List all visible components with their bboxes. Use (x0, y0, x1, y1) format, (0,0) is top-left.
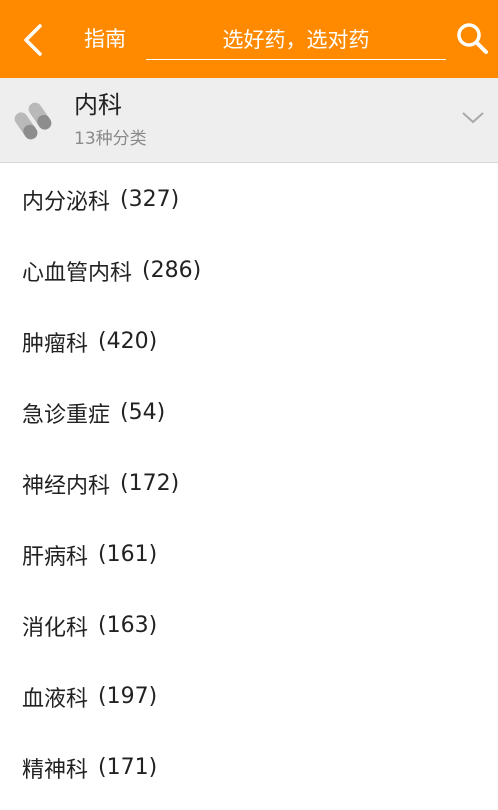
item-label: 神经内科 (22, 473, 111, 499)
category-header[interactable]: 内科 13种分类 (0, 78, 498, 163)
chevron-down-icon (462, 112, 484, 124)
list-item-hematology[interactable]: 血液科 (197) (0, 661, 498, 732)
item-count: (327) (120, 187, 180, 212)
item-label: 心血管内科 (22, 260, 133, 286)
item-count: (161) (98, 542, 158, 567)
item-label: 血液科 (22, 686, 89, 712)
item-count: (286) (142, 258, 202, 283)
item-count: (163) (98, 613, 158, 638)
search-icon (457, 23, 488, 54)
item-count: (171) (98, 755, 158, 780)
item-label: 急诊重症 (22, 402, 111, 428)
list-item-emergency[interactable]: 急诊重症 (54) (0, 377, 498, 448)
list-item-cardiology[interactable]: 心血管内科 (286) (0, 235, 498, 306)
list-item-neurology[interactable]: 神经内科 (172) (0, 448, 498, 519)
pill-icon (14, 102, 52, 140)
item-count: (197) (98, 684, 158, 709)
item-count: (172) (120, 471, 180, 496)
back-button[interactable] (14, 20, 54, 60)
item-label: 内分泌科 (22, 189, 111, 215)
back-arrow-icon (24, 24, 42, 56)
item-label: 肝病科 (22, 544, 89, 570)
search-button[interactable] (452, 18, 492, 58)
item-label: 肿瘤科 (22, 331, 89, 357)
list-item-endocrinology[interactable]: 内分泌科 (327) (0, 164, 498, 235)
list-item-oncology[interactable]: 肿瘤科 (420) (0, 306, 498, 377)
subcategory-list: 内分泌科 (327) 心血管内科 (286) 肿瘤科 (420) 急诊重症 (54) 神… (0, 164, 498, 803)
item-count: (54) (120, 400, 166, 425)
page-title: 指南 (84, 27, 126, 51)
top-bar: 指南 选好药，选对药 (0, 0, 498, 78)
search-input[interactable]: 选好药，选对药 (146, 20, 446, 60)
list-item-hepatology[interactable]: 肝病科 (161) (0, 519, 498, 590)
list-item-psychiatry[interactable]: 精神科 (171) (0, 732, 498, 803)
category-subtitle: 13种分类 (74, 129, 147, 149)
category-name: 内科 (74, 91, 122, 119)
item-label: 精神科 (22, 757, 89, 783)
item-count: (420) (98, 329, 158, 354)
list-item-gastroenterology[interactable]: 消化科 (163) (0, 590, 498, 661)
item-label: 消化科 (22, 615, 89, 641)
